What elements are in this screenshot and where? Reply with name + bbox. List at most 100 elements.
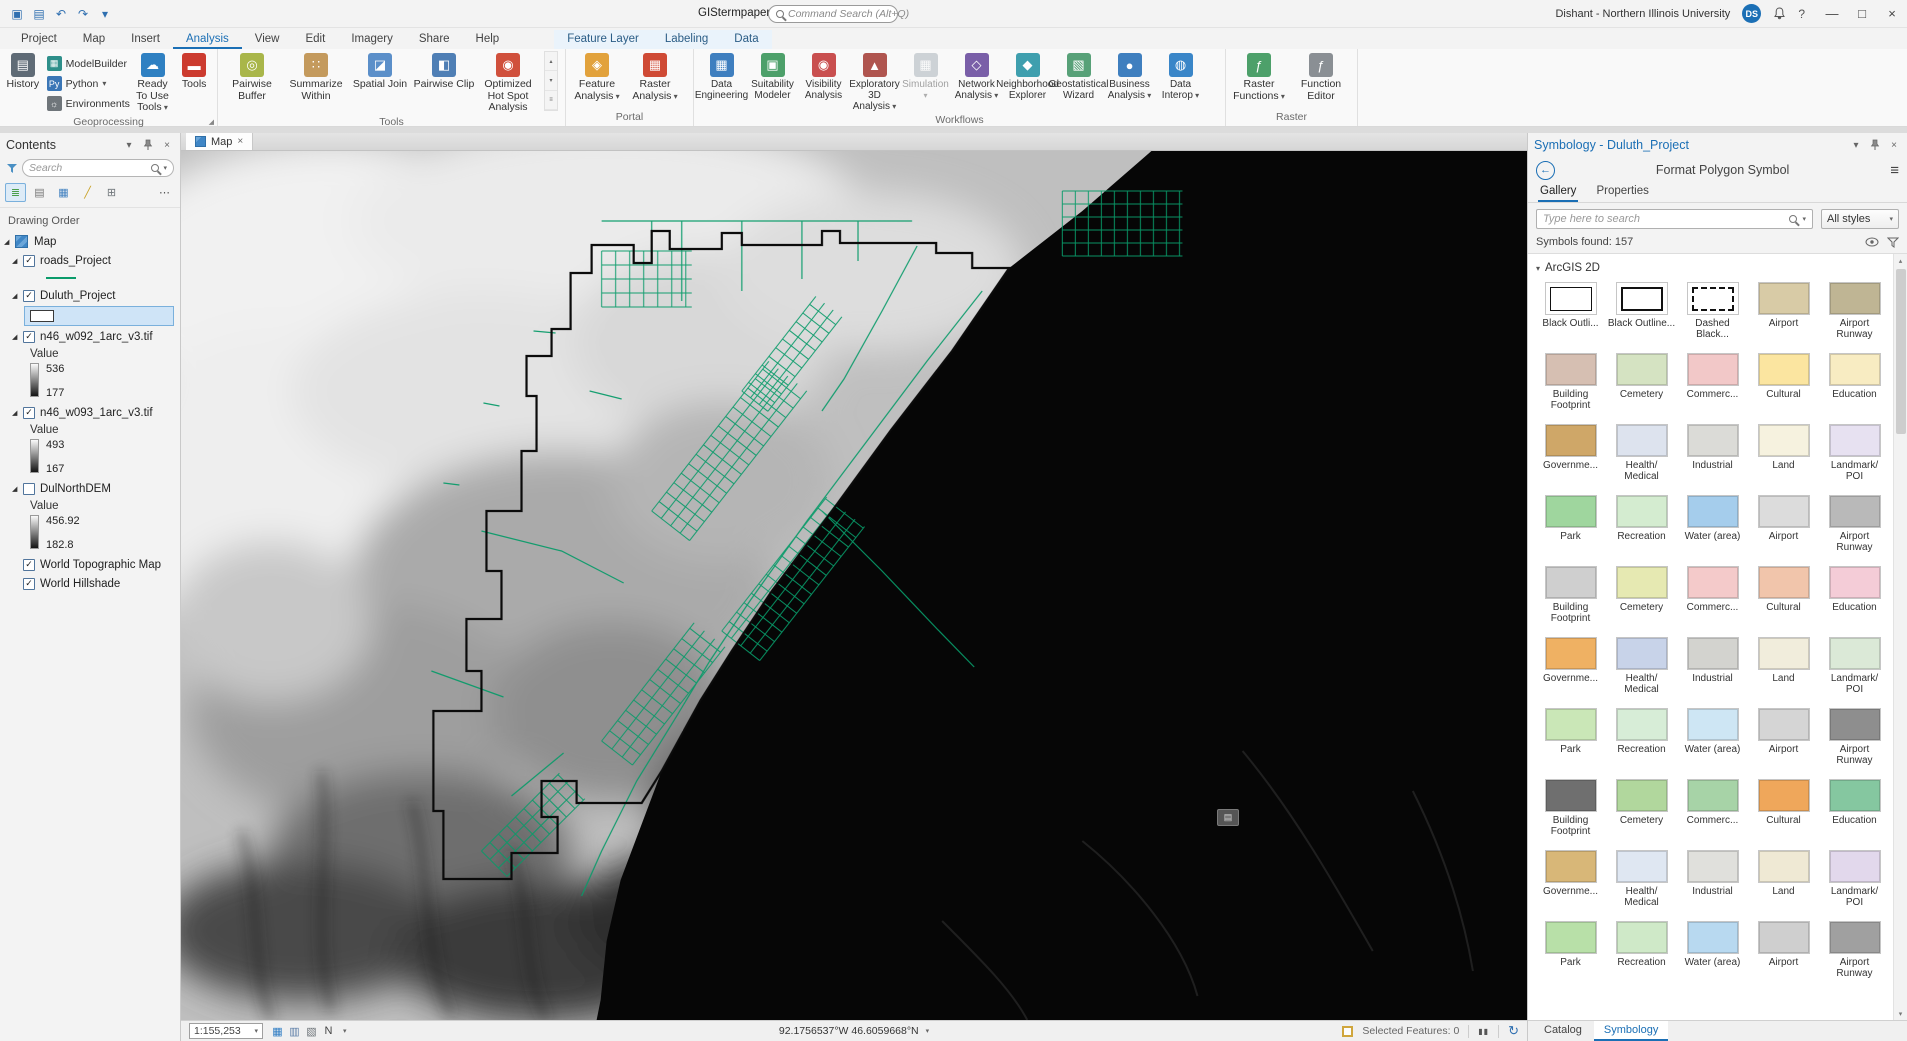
symbol-landmark-poi[interactable]: Landmark/ POI — [1820, 424, 1889, 482]
layer-checkbox[interactable]: ✓ — [23, 330, 35, 343]
symbol-cultural[interactable]: Cultural — [1749, 353, 1818, 411]
ribbon-button-geostatistical-wizard[interactable]: ▧ Geostatistical Wizard — [1048, 51, 1109, 103]
symbol-park[interactable]: Park — [1536, 495, 1605, 553]
layer-checkbox[interactable] — [23, 482, 35, 495]
maximize-button[interactable]: □ — [1847, 0, 1877, 27]
scroll-down-icon[interactable]: ▾ — [1894, 1007, 1907, 1020]
ribbon-tab-imagery[interactable]: Imagery — [338, 30, 406, 49]
close-map-tab-icon[interactable]: × — [237, 136, 243, 147]
scrollbar-thumb[interactable] — [1896, 269, 1906, 434]
symbol-education[interactable]: Education — [1820, 566, 1889, 624]
symbol-airport[interactable]: Airport — [1749, 495, 1818, 553]
ribbon-tab-view[interactable]: View — [242, 30, 293, 49]
chevron-down-icon[interactable]: ▾ — [1849, 140, 1863, 151]
gallery-scrollbar[interactable]: ▴ ▾ — [1893, 254, 1907, 1020]
polygon-symbol-swatch[interactable] — [24, 306, 174, 326]
expander-icon[interactable]: ◢ — [12, 257, 23, 265]
ribbon-button-spatial-join[interactable]: ◪ Spatial Join — [348, 51, 412, 93]
selection-icon[interactable]: ▦ — [53, 183, 74, 202]
symbol-water-area[interactable]: Water (area) — [1678, 495, 1747, 553]
tab-catalog[interactable]: Catalog — [1534, 1021, 1592, 1041]
filter-icon[interactable] — [1887, 237, 1899, 248]
symbol-black-outli[interactable]: Black Outli... — [1536, 282, 1605, 340]
expander-icon[interactable]: ◢ — [4, 238, 15, 246]
symbol-landmark-poi[interactable]: Landmark/ POI — [1820, 850, 1889, 908]
ribbon-tab-share[interactable]: Share — [406, 30, 463, 49]
ribbon-button-optimized-hot-spot-analysis[interactable]: ◉ Optimized Hot Spot Analysis — [476, 51, 540, 116]
layer-item-world-hillshade[interactable]: ✓ World Hillshade — [0, 574, 180, 593]
symbol-building-footprint[interactable]: Building Footprint — [1536, 566, 1605, 624]
ribbon-tab-project[interactable]: Project — [8, 30, 70, 49]
symbol-airport[interactable]: Airport — [1749, 282, 1818, 340]
symbol-governme[interactable]: Governme... — [1536, 850, 1605, 908]
layer-checkbox[interactable]: ✓ — [23, 558, 35, 571]
symbol-landmark-poi[interactable]: Landmark/ POI — [1820, 637, 1889, 695]
visibility-icon[interactable] — [1865, 237, 1879, 247]
symbol-airport-runway[interactable]: Airport Runway — [1820, 708, 1889, 766]
expander-icon[interactable]: ◢ — [12, 292, 23, 300]
tab-gallery[interactable]: Gallery — [1538, 183, 1579, 202]
ribbon-tab-edit[interactable]: Edit — [292, 30, 338, 49]
ribbon-tab-help[interactable]: Help — [463, 30, 513, 49]
ribbon-button-modelbuilder[interactable]: ▦ ModelBuilder — [44, 54, 132, 73]
customize-quick-access-button[interactable]: ▾ — [94, 4, 116, 24]
symbol-park[interactable]: Park — [1536, 708, 1605, 766]
symbol-airport[interactable]: Airport — [1749, 921, 1818, 979]
redo-button[interactable]: ↷ — [72, 4, 94, 24]
ribbon-tab-insert[interactable]: Insert — [118, 30, 173, 49]
symbol-cultural[interactable]: Cultural — [1749, 779, 1818, 837]
symbol-recreation[interactable]: Recreation — [1607, 495, 1676, 553]
filter-icon[interactable] — [6, 163, 18, 174]
scale-selector[interactable]: 1:155,253 ▾ — [189, 1023, 263, 1039]
ribbon-button-exploratory-3d-analysis[interactable]: ▲ Exploratory 3D Analysis ▾ — [849, 51, 900, 114]
layer-checkbox[interactable]: ✓ — [23, 289, 35, 302]
symbol-airport[interactable]: Airport — [1749, 708, 1818, 766]
ribbon-button-history[interactable]: ▤ History — [2, 51, 44, 93]
ribbon-button-summarize-within[interactable]: ∷ Summarize Within — [284, 51, 348, 104]
symbol-land[interactable]: Land — [1749, 424, 1818, 482]
layer-item-map[interactable]: ◢ Map — [0, 232, 180, 251]
close-pane-icon[interactable]: × — [160, 140, 174, 151]
ribbon-button-raster-analysis[interactable]: ▦ Raster Analysis ▾ — [626, 51, 684, 104]
symbol-industrial[interactable]: Industrial — [1678, 850, 1747, 908]
dialog-launcher-icon[interactable]: ◢ — [209, 118, 214, 126]
symbol-park[interactable]: Park — [1536, 921, 1605, 979]
symbol-commerc[interactable]: Commerc... — [1678, 566, 1747, 624]
ribbon-tab-labeling[interactable]: Labeling — [652, 30, 721, 49]
ribbon-button-visibility-analysis[interactable]: ◉ Visibility Analysis — [798, 51, 849, 103]
symbol-cemetery[interactable]: Cemetery — [1607, 353, 1676, 411]
symbol-airport-runway[interactable]: Airport Runway — [1820, 921, 1889, 979]
chevron-down-icon[interactable]: ▾ — [1802, 215, 1806, 223]
scroll-button[interactable]: ▾ — [545, 71, 557, 91]
command-search-input[interactable]: Command Search (Alt+Q) — [768, 5, 909, 23]
ribbon-button-business-analysis[interactable]: ● Business Analysis ▾ — [1104, 51, 1155, 103]
layer-checkbox[interactable]: ✓ — [23, 577, 35, 590]
ribbon-button-pairwise-buffer[interactable]: ◎ Pairwise Buffer — [220, 51, 284, 104]
close-pane-icon[interactable]: × — [1887, 140, 1901, 151]
ribbon-tab-map[interactable]: Map — [70, 30, 118, 49]
tab-properties[interactable]: Properties — [1594, 183, 1650, 202]
symbol-land[interactable]: Land — [1749, 850, 1818, 908]
layer-checkbox[interactable]: ✓ — [23, 406, 35, 419]
symbol-water-area[interactable]: Water (area) — [1678, 708, 1747, 766]
ribbon-button-python[interactable]: Py Python ▾ — [44, 74, 132, 93]
scroll-button[interactable]: ▴ — [545, 52, 557, 72]
pin-icon[interactable] — [141, 139, 155, 151]
symbol-recreation[interactable]: Recreation — [1607, 921, 1676, 979]
chevron-down-icon[interactable]: ▾ — [343, 1027, 347, 1035]
symbol-recreation[interactable]: Recreation — [1607, 708, 1676, 766]
symbol-health-medical[interactable]: Health/ Medical — [1607, 637, 1676, 695]
open-project-button[interactable]: ▤ — [28, 4, 50, 24]
symbol-industrial[interactable]: Industrial — [1678, 637, 1747, 695]
close-button[interactable]: × — [1877, 0, 1907, 27]
symbol-health-medical[interactable]: Health/ Medical — [1607, 424, 1676, 482]
scroll-up-icon[interactable]: ▴ — [1894, 254, 1907, 267]
notification-bell-icon[interactable] — [1773, 7, 1786, 20]
symbol-airport-runway[interactable]: Airport Runway — [1820, 495, 1889, 553]
layer-item-n46-w092-1arc-v3-tif[interactable]: ◢ ✓ n46_w092_1arc_v3.tif — [0, 327, 180, 346]
layer-item-duluth-project[interactable]: ◢ ✓ Duluth_Project — [0, 286, 180, 305]
contents-search-input[interactable]: Search ▾ — [22, 159, 174, 177]
ribbon-tab-feature-layer[interactable]: Feature Layer — [554, 30, 652, 49]
map-grid-icon[interactable]: ▦ — [270, 1025, 285, 1038]
chevron-down-icon[interactable]: ▾ — [122, 140, 136, 151]
